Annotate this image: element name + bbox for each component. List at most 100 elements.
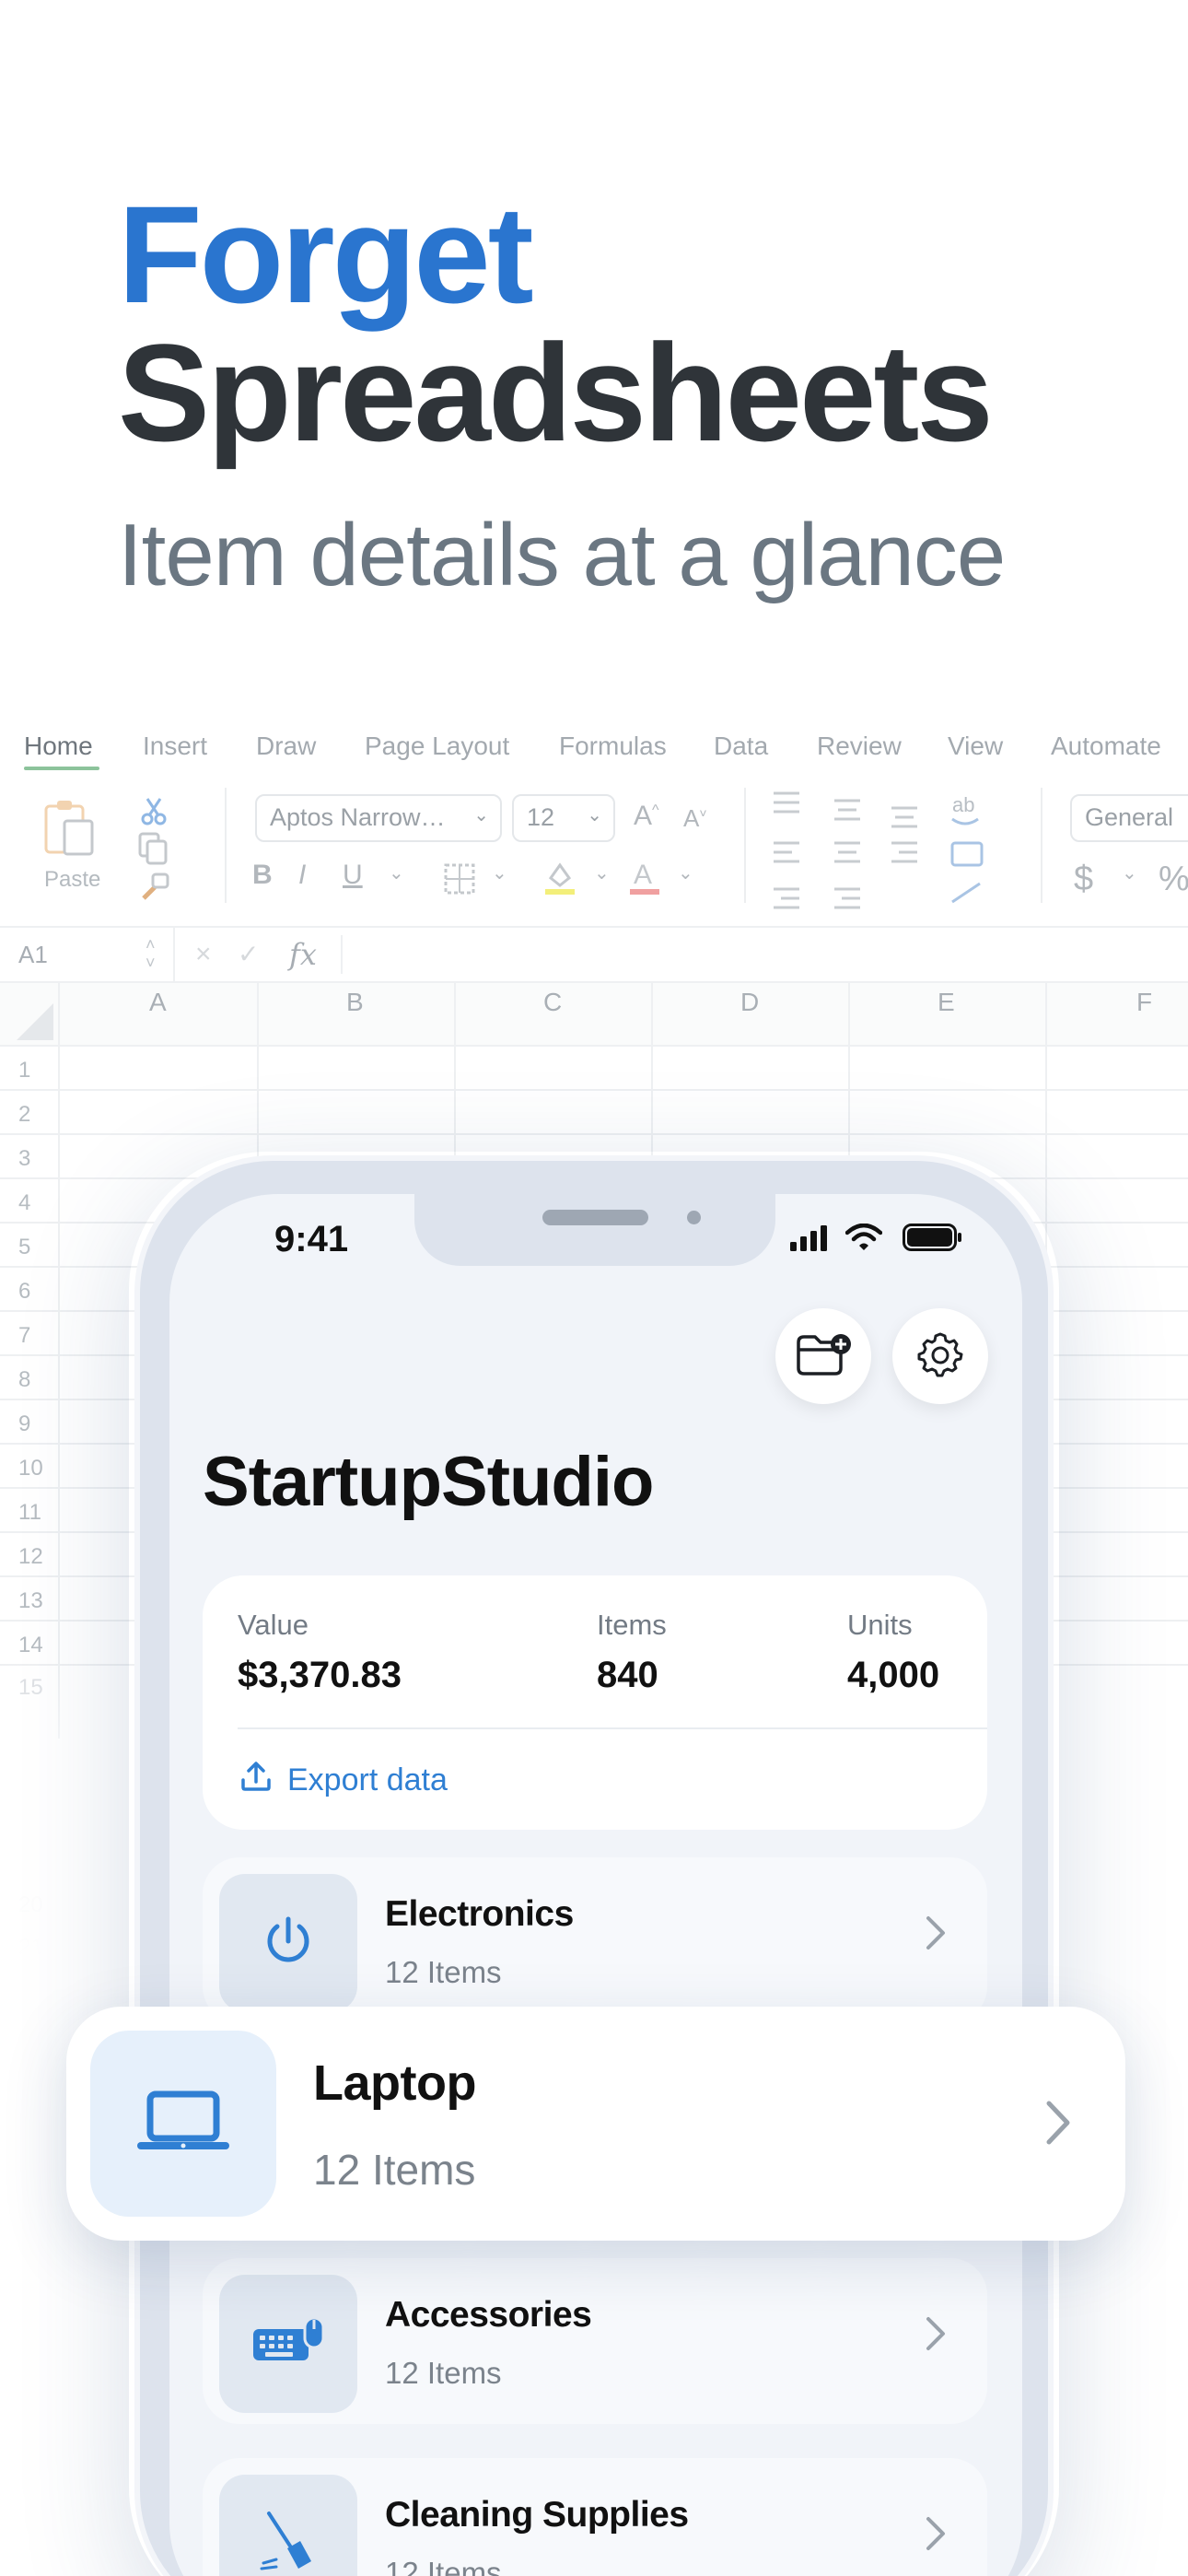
fx-icon[interactable]: fx	[289, 937, 317, 972]
tab-data[interactable]: Data	[714, 732, 768, 761]
dynamic-island	[414, 1194, 775, 1266]
copy-icon[interactable]	[138, 832, 175, 870]
row-number[interactable]: 11	[18, 1500, 41, 1526]
name-box[interactable]: A1 ˄ ˅	[0, 928, 175, 981]
row-number[interactable]: 10	[18, 1456, 43, 1481]
row-number[interactable]: 13	[18, 1588, 43, 1614]
new-folder-button[interactable]	[775, 1308, 871, 1404]
featured-category-count: 12 Items	[313, 2146, 476, 2194]
borders-icon[interactable]	[444, 863, 475, 899]
column-header[interactable]: C	[543, 988, 562, 1017]
status-time: 9:41	[274, 1219, 349, 1259]
row-number[interactable]: 14	[18, 1633, 43, 1658]
chevron-down-icon: ⌄	[587, 805, 602, 825]
units-label: Units	[847, 1609, 913, 1641]
percent-icon[interactable]: %	[1159, 860, 1188, 899]
category-row-accessories[interactable]: Accessories 12 Items	[203, 2258, 987, 2424]
tab-view[interactable]: View	[948, 732, 1003, 761]
cancel-icon[interactable]: ×	[195, 939, 212, 970]
font-name-value: Aptos Narrow…	[270, 803, 446, 831]
column-header[interactable]: D	[740, 988, 759, 1017]
divider	[341, 935, 343, 974]
row-number[interactable]: 8	[18, 1367, 30, 1393]
export-data-button[interactable]: Export data	[239, 1760, 448, 1801]
tab-insert[interactable]: Insert	[143, 732, 207, 761]
format-painter-icon[interactable]	[138, 871, 171, 908]
cellular-signal-icon	[790, 1225, 831, 1256]
value-amount: $3,370.83	[238, 1655, 402, 1695]
chevron-down-icon[interactable]: ⌄	[1122, 861, 1137, 884]
tab-review[interactable]: Review	[817, 732, 902, 761]
stats-card: Value $3,370.83 Items 840 Units 4,000 Ex…	[203, 1575, 987, 1830]
font-name-select[interactable]: Aptos Narrow… ⌄	[255, 794, 502, 842]
category-row-cleaning-supplies[interactable]: Cleaning Supplies 12 Items	[203, 2458, 987, 2576]
font-size-select[interactable]: 12 ⌄	[512, 794, 615, 842]
number-format-select[interactable]: General	[1070, 794, 1188, 842]
chevron-right-icon	[925, 1914, 947, 1956]
chevron-right-icon	[925, 2315, 947, 2357]
ribbon-separator	[225, 788, 227, 903]
column-header[interactable]: B	[346, 988, 364, 1017]
chevron-down-icon[interactable]: ⌄	[594, 861, 610, 884]
tab-home[interactable]: Home	[24, 732, 93, 761]
row-number[interactable]: 3	[18, 1146, 30, 1172]
row-number[interactable]: 6	[18, 1279, 30, 1305]
stepper-icon: ˄ ˅	[146, 935, 156, 972]
number-format-value: General	[1085, 803, 1174, 831]
camera-icon	[687, 1211, 701, 1224]
row-number[interactable]: 4	[18, 1190, 30, 1216]
increase-font-icon[interactable]: A^	[634, 801, 659, 832]
items-label: Items	[597, 1609, 667, 1641]
category-count: 12 Items	[385, 1955, 502, 1989]
alignment-icons[interactable]: ab	[772, 788, 1020, 921]
gear-icon	[916, 1330, 964, 1383]
chevron-down-icon[interactable]: ⌄	[678, 861, 693, 884]
paste-icon[interactable]	[39, 797, 103, 866]
featured-category-name: Laptop	[313, 2055, 476, 2111]
speaker-icon	[542, 1210, 648, 1225]
row-number[interactable]: 1	[18, 1058, 30, 1083]
cut-icon[interactable]	[140, 797, 168, 831]
currency-icon[interactable]: $	[1074, 860, 1093, 899]
category-icon-tile	[90, 2031, 276, 2217]
headline-line1: Forget	[118, 177, 534, 332]
svg-text:A: A	[634, 860, 652, 890]
tab-automate[interactable]: Automate	[1051, 732, 1161, 761]
category-name: Accessories	[385, 2295, 592, 2335]
tab-formulas[interactable]: Formulas	[559, 732, 667, 761]
wifi-icon	[844, 1223, 883, 1256]
paste-label: Paste	[44, 867, 101, 892]
formula-bar: A1 ˄ ˅ × ✓ fx	[0, 926, 1188, 983]
row-number[interactable]: 2	[18, 1102, 30, 1128]
underline-icon[interactable]: U	[343, 860, 363, 891]
category-name: Electronics	[385, 1894, 574, 1934]
row-number[interactable]: 5	[18, 1235, 30, 1260]
bold-icon[interactable]: B	[252, 860, 273, 891]
confirm-icon[interactable]: ✓	[238, 939, 259, 969]
featured-category-card-laptop[interactable]: Laptop 12 Items	[66, 2007, 1125, 2241]
category-icon-tile	[219, 2275, 357, 2413]
row-number[interactable]: 12	[18, 1544, 43, 1570]
row-number[interactable]: 7	[18, 1323, 30, 1349]
tab-draw[interactable]: Draw	[256, 732, 316, 761]
decrease-font-icon[interactable]: A˅	[683, 804, 707, 833]
category-count: 12 Items	[385, 2556, 502, 2576]
chevron-down-icon[interactable]: ⌄	[389, 861, 404, 884]
headline-line2: Spreadsheets	[118, 315, 994, 470]
column-header[interactable]: F	[1136, 988, 1152, 1017]
headline-subtitle: Item details at a glance	[118, 506, 1006, 604]
folder-plus-icon	[795, 1331, 852, 1382]
divider	[238, 1727, 987, 1729]
category-name: Cleaning Supplies	[385, 2495, 689, 2535]
fill-color-icon[interactable]	[543, 860, 577, 901]
settings-button[interactable]	[892, 1308, 988, 1404]
column-header[interactable]: E	[938, 988, 955, 1017]
chevron-down-icon[interactable]: ⌄	[492, 861, 507, 884]
font-color-icon[interactable]: A	[628, 858, 661, 901]
row-number[interactable]: 9	[18, 1411, 30, 1437]
italic-icon[interactable]: I	[298, 860, 306, 891]
column-header[interactable]: A	[149, 988, 167, 1017]
power-icon	[261, 1914, 316, 1973]
tab-page-layout[interactable]: Page Layout	[365, 732, 509, 761]
category-row-electronics[interactable]: Electronics 12 Items	[203, 1857, 987, 2023]
